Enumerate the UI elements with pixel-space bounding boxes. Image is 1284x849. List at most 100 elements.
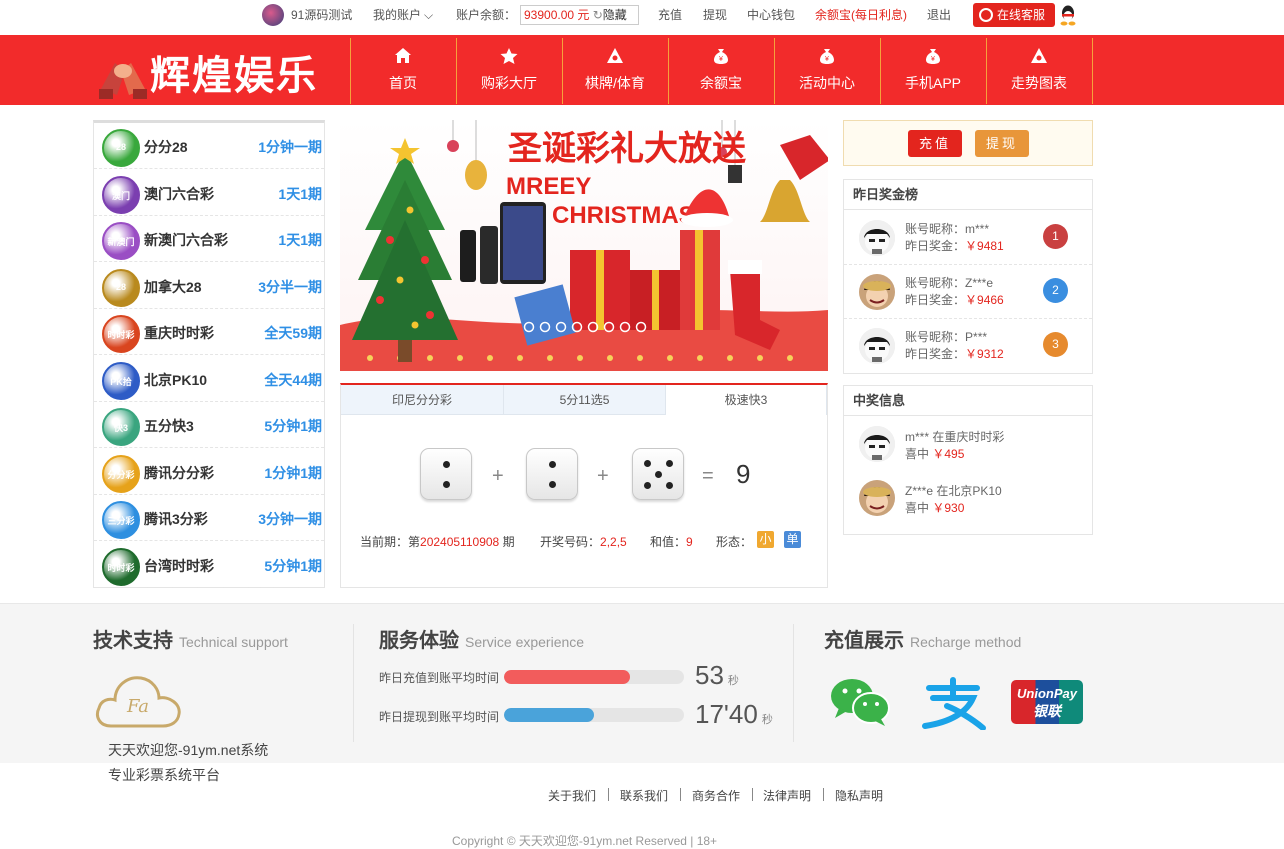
nav-item-3[interactable]: ¥ 余额宝 bbox=[669, 35, 773, 105]
lottery-item[interactable]: 时时彩 重庆时时彩 全天59期 bbox=[94, 309, 324, 355]
link-legal[interactable]: 法律声明 bbox=[763, 787, 811, 804]
withdraw-link[interactable]: 提现 bbox=[703, 0, 727, 30]
triangle-icon bbox=[606, 47, 624, 65]
die-pip bbox=[665, 459, 673, 467]
pay-title: 充值展示 Recharge method bbox=[824, 630, 1022, 652]
link-separator bbox=[680, 788, 681, 801]
nav-item-1[interactable]: 购彩大厅 bbox=[457, 35, 561, 105]
lottery-period: 5分钟1期 bbox=[264, 418, 322, 434]
tab-indonesia-ffc[interactable]: 印尼分分彩 bbox=[341, 385, 504, 415]
rank-badge: 1 bbox=[1043, 224, 1068, 249]
lottery-icon: 快3 bbox=[102, 408, 140, 446]
banner-subtitle-2: CHRISTMAS bbox=[552, 202, 695, 229]
lottery-icon: 时时彩 bbox=[102, 315, 140, 353]
tab-5min-11x5[interactable]: 5分11选5 bbox=[504, 385, 666, 415]
link-contact[interactable]: 联系我们 bbox=[620, 787, 668, 804]
link-business[interactable]: 商务合作 bbox=[692, 787, 740, 804]
withdraw-time-value: 17'40 秒 bbox=[695, 699, 773, 729]
withdraw-button[interactable]: 提现 bbox=[975, 130, 1029, 157]
my-account-menu[interactable]: 我的账户 ⌵ bbox=[373, 0, 433, 30]
die-pip bbox=[665, 481, 673, 489]
promo-banner[interactable]: 圣诞彩礼大放送 MREEY CHRISTMAS bbox=[340, 120, 828, 371]
lottery-name: 五分快3 bbox=[144, 418, 194, 434]
die-3 bbox=[632, 448, 684, 500]
top-bar: 91源码测试 我的账户 ⌵ 账户余额： 93900.00 元 ↻隐藏 充值 提现 … bbox=[0, 0, 1284, 34]
lottery-period: 全天59期 bbox=[264, 325, 322, 341]
lottery-name: 加拿大28 bbox=[144, 278, 202, 295]
money-bag-icon: ¥ bbox=[924, 47, 942, 65]
lottery-name: 新澳门六合彩 bbox=[144, 232, 228, 248]
link-about[interactable]: 关于我们 bbox=[548, 787, 596, 804]
nav-item-5[interactable]: ¥ 手机APP bbox=[881, 35, 985, 105]
avatar bbox=[859, 274, 895, 310]
home-icon bbox=[394, 47, 412, 65]
wechat-pay-icon bbox=[831, 679, 890, 726]
lottery-item[interactable]: PK拾 北京PK10 全天44期 bbox=[94, 356, 324, 402]
logout-link[interactable]: 退出 bbox=[927, 0, 951, 30]
die-pip bbox=[442, 460, 450, 468]
footer-divider bbox=[793, 624, 794, 742]
lottery-period: 全天44期 bbox=[264, 371, 322, 388]
lottery-item[interactable]: 新澳门 新澳门六合彩 1天1期 bbox=[94, 216, 324, 262]
lottery-item[interactable]: 三分彩 腾讯3分彩 3分钟一期 bbox=[94, 495, 324, 541]
wallet-link[interactable]: 中心钱包 bbox=[747, 0, 795, 30]
nav-separator bbox=[1092, 38, 1093, 104]
lottery-item[interactable]: 28 分分28 1分钟一期 bbox=[94, 123, 324, 169]
svg-text:¥: ¥ bbox=[931, 56, 935, 63]
svg-text:¥: ¥ bbox=[719, 56, 723, 63]
winner-prize: 昨日奖金：￥9466 bbox=[905, 293, 1004, 307]
tab-jisu-k3[interactable]: 极速快3 bbox=[666, 385, 827, 415]
leaderboard-panel: 昨日奖金榜 账号昵称：m*** 昨日奖金：￥9481 1 账号昵称：Z***e 昨日奖金… bbox=[843, 179, 1093, 374]
nav-item-2[interactable]: 棋牌/体育 bbox=[563, 35, 667, 105]
money-bag-icon: ¥ bbox=[818, 47, 836, 65]
winners-panel: 中奖信息 m*** 在重庆时时彩 喜中 ￥495 Z***e 在北京PK10 喜中 ￥… bbox=[843, 385, 1093, 535]
winner-amount: 喜中 ￥930 bbox=[905, 501, 965, 515]
die-pip bbox=[548, 460, 556, 468]
draw-code: 开奖号码：2,2,5 bbox=[540, 535, 627, 549]
lottery-icon: 分分彩 bbox=[102, 454, 140, 493]
banner-subtitle-1: MREEY bbox=[506, 173, 591, 200]
nav-item-0[interactable]: 首页 bbox=[351, 35, 455, 105]
lottery-item[interactable]: 澳门 澳门六合彩 1天1期 bbox=[94, 170, 324, 216]
lottery-icon: 新澳门 bbox=[102, 222, 140, 260]
avatar bbox=[859, 480, 895, 516]
hide-balance-link[interactable]: 隐藏 bbox=[603, 8, 627, 22]
lottery-item[interactable]: 快3 五分快3 5分钟1期 bbox=[94, 402, 324, 448]
welcome-text: 天天欢迎您-91ym.net系统 bbox=[108, 742, 269, 758]
lottery-item[interactable]: 28 加拿大28 3分半一期 bbox=[94, 263, 324, 309]
qq-icon[interactable] bbox=[1059, 4, 1077, 26]
link-privacy[interactable]: 隐私声明 bbox=[835, 787, 883, 804]
lottery-name: 北京PK10 bbox=[144, 371, 208, 388]
site-name: 91源码测试 bbox=[291, 8, 353, 22]
refresh-icon[interactable]: ↻ bbox=[593, 8, 603, 22]
draw-results-panel: 印尼分分彩 5分11选5 极速快3 + + = 9 当前期：第202405110… bbox=[340, 383, 828, 588]
balance-box: 93900.00 元 ↻隐藏 bbox=[520, 5, 639, 25]
row-separator bbox=[844, 318, 1092, 319]
online-service-button[interactable]: 在线客服 bbox=[973, 3, 1055, 27]
yuebao-link[interactable]: 余额宝(每日利息) bbox=[815, 0, 907, 30]
withdraw-time-label: 昨日提现到账平均时间 bbox=[379, 710, 500, 724]
lottery-icon: 三分彩 bbox=[102, 501, 140, 539]
withdraw-time-fill bbox=[504, 708, 594, 722]
platform-text: 专业彩票系统平台 bbox=[108, 767, 220, 783]
die-pip bbox=[643, 459, 651, 467]
balance-value: 93900.00 元 bbox=[524, 8, 590, 22]
copyright: Copyright © 天天欢迎您-91ym.net Reserved | 18… bbox=[452, 834, 718, 848]
shape-small-badge: 小 bbox=[757, 531, 774, 548]
rank-badge: 3 bbox=[1043, 332, 1068, 357]
lottery-icon: 澳门 bbox=[102, 175, 140, 214]
balance-label: 账户余额： bbox=[456, 8, 517, 22]
recharge-link[interactable]: 充值 bbox=[658, 0, 682, 30]
plus-sign: + bbox=[597, 465, 609, 487]
lottery-item[interactable]: 分分彩 腾讯分分彩 1分钟1期 bbox=[94, 449, 324, 495]
link-separator bbox=[752, 788, 753, 801]
triangle-icon bbox=[1030, 47, 1048, 65]
lottery-name: 腾讯分分彩 bbox=[144, 464, 214, 481]
recharge-button[interactable]: 充值 bbox=[908, 130, 962, 157]
lottery-item[interactable]: 时时彩 台湾时时彩 5分钟1期 bbox=[94, 542, 324, 588]
shape-odd-badge: 单 bbox=[784, 531, 801, 548]
link-separator bbox=[608, 788, 609, 801]
lottery-name: 澳门六合彩 bbox=[144, 185, 214, 202]
nav-item-6[interactable]: 走势图表 bbox=[987, 35, 1091, 105]
nav-item-4[interactable]: ¥ 活动中心 bbox=[775, 35, 879, 105]
